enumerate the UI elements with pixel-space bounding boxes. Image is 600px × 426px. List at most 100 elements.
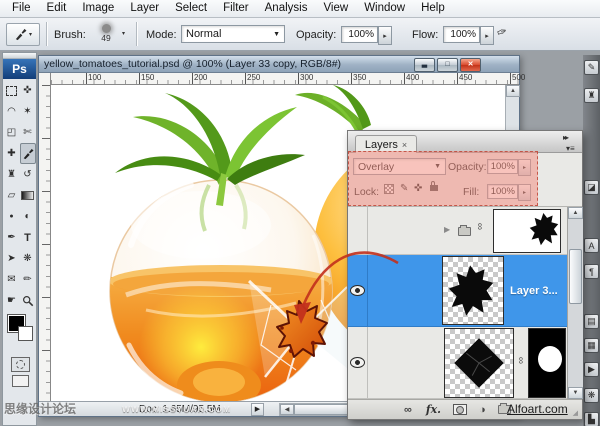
- layer-style-icon[interactable]: fx.: [426, 403, 441, 416]
- rectangular-marquee-tool-icon[interactable]: [4, 80, 20, 101]
- clone-stamp-tool-icon[interactable]: ♜: [4, 164, 20, 185]
- layer-row-selected[interactable]: Layer 3...: [348, 255, 567, 327]
- styles-panel-icon[interactable]: ❋: [584, 388, 599, 403]
- flow-input[interactable]: 100%: [443, 26, 480, 43]
- opacity-slider-icon[interactable]: ▸: [518, 159, 531, 176]
- scroll-down-icon[interactable]: ▼: [568, 387, 583, 399]
- notes-tool-icon[interactable]: ✉: [4, 269, 20, 290]
- visibility-toggle[interactable]: [348, 255, 368, 326]
- layer-thumbnail[interactable]: [493, 209, 561, 253]
- menu-item-filter[interactable]: Filter: [215, 1, 257, 16]
- chevron-down-icon[interactable]: ▾: [122, 30, 125, 37]
- path-selection-tool-icon[interactable]: ➤: [4, 248, 20, 269]
- adjustment-layer-icon[interactable]: ◑: [479, 404, 486, 416]
- quick-mask-mode-button[interactable]: [11, 357, 30, 372]
- histogram-panel-icon[interactable]: ▙: [584, 412, 599, 426]
- blend-mode-dropdown[interactable]: Overlay ▼: [353, 158, 446, 175]
- history-brush-tool-icon[interactable]: ↺: [20, 164, 36, 185]
- lock-transparency-icon[interactable]: [384, 184, 394, 194]
- maximize-button[interactable]: □: [437, 58, 458, 72]
- new-group-icon[interactable]: [498, 405, 511, 414]
- swatches-panel-icon[interactable]: ◪: [584, 180, 599, 195]
- blur-tool-icon[interactable]: ●: [4, 206, 20, 227]
- brush-tool-icon[interactable]: [20, 143, 36, 164]
- scrollbar-thumb[interactable]: [294, 404, 354, 415]
- brushes-panel-icon[interactable]: ✎: [584, 60, 599, 75]
- layers-tab[interactable]: Layers ×: [355, 135, 417, 153]
- paragraph-panel-icon[interactable]: ¶: [584, 264, 599, 279]
- layer-row-crack[interactable]: ∞: [348, 327, 567, 399]
- character-panel-icon[interactable]: A: [584, 238, 599, 253]
- channels-panel-icon[interactable]: ▦: [584, 338, 599, 353]
- ruler-tick: 200: [192, 73, 207, 84]
- layers-scrollbar[interactable]: ▲ ▼: [567, 207, 583, 399]
- screen-mode-button[interactable]: [12, 375, 29, 387]
- custom-shape-tool-icon[interactable]: ❋: [20, 248, 36, 269]
- add-mask-icon[interactable]: [453, 404, 467, 415]
- lock-all-icon[interactable]: [430, 181, 438, 191]
- close-button[interactable]: ✕: [460, 58, 481, 72]
- scroll-up-icon[interactable]: ▲: [568, 207, 583, 219]
- scrollbar-thumb[interactable]: [569, 249, 582, 304]
- layer-mask-thumbnail[interactable]: [528, 328, 566, 398]
- opacity-slider-button[interactable]: ▸: [378, 26, 392, 45]
- clone-source-panel-icon[interactable]: ♜: [584, 88, 599, 103]
- eraser-tool-icon[interactable]: ▱: [4, 185, 20, 206]
- layer-thumbnail[interactable]: [442, 256, 504, 325]
- lock-pixels-icon[interactable]: ✎: [400, 183, 408, 194]
- gradient-tool-icon[interactable]: [20, 185, 36, 206]
- layer-fill-input[interactable]: 100%: [487, 184, 518, 199]
- collapse-to-icons-icon[interactable]: ▸▸: [563, 133, 567, 142]
- lock-position-icon[interactable]: ✜: [414, 183, 422, 194]
- status-popup-button[interactable]: ▶: [251, 403, 264, 416]
- visibility-toggle[interactable]: [348, 207, 368, 254]
- group-expand-icon[interactable]: ▶: [444, 225, 450, 234]
- menu-item-view[interactable]: View: [315, 1, 356, 16]
- magic-wand-tool-icon[interactable]: ✶: [20, 101, 36, 122]
- resize-grip-icon[interactable]: ◢: [573, 409, 578, 417]
- move-tool-icon[interactable]: ✜: [20, 80, 36, 101]
- menu-bar: File Edit Image Layer Select Filter Anal…: [0, 0, 600, 18]
- eyedropper-tool-icon[interactable]: ✏: [20, 269, 36, 290]
- healing-brush-tool-icon[interactable]: ✚: [4, 143, 20, 164]
- hand-tool-icon[interactable]: ☛: [4, 290, 20, 311]
- menu-item-help[interactable]: Help: [413, 1, 453, 16]
- menu-item-window[interactable]: Window: [356, 1, 413, 16]
- layers-panel-title-bar[interactable]: Layers × ▸▸ ▾≡: [348, 131, 582, 153]
- scroll-left-icon[interactable]: ◀: [280, 404, 294, 415]
- blend-mode-select[interactable]: Normal ▼: [181, 25, 285, 43]
- menu-item-analysis[interactable]: Analysis: [257, 1, 316, 16]
- airbrush-toggle-icon[interactable]: ✑: [495, 24, 509, 41]
- layer-thumbnail[interactable]: [444, 328, 514, 398]
- brush-preset-preview[interactable]: 49: [92, 24, 120, 46]
- menu-item-image[interactable]: Image: [74, 1, 122, 16]
- pen-tool-icon[interactable]: ✒: [4, 227, 20, 248]
- background-color-swatch[interactable]: [18, 326, 33, 341]
- menu-item-select[interactable]: Select: [167, 1, 215, 16]
- slice-tool-icon[interactable]: ✄: [20, 122, 36, 143]
- zoom-tool-icon[interactable]: [20, 290, 36, 311]
- menu-item-edit[interactable]: Edit: [39, 1, 75, 16]
- fill-slider-icon[interactable]: ▸: [518, 184, 531, 201]
- crop-tool-icon[interactable]: ◰: [4, 122, 20, 143]
- menu-item-file[interactable]: File: [4, 1, 39, 16]
- scroll-up-icon[interactable]: ▲: [506, 85, 520, 97]
- tool-preset-picker[interactable]: ▾: [6, 23, 40, 46]
- layer-row-group[interactable]: ▶ ∞: [348, 207, 567, 255]
- layer-opacity-input[interactable]: 100%: [487, 159, 518, 174]
- dodge-tool-icon[interactable]: ◐: [20, 206, 36, 227]
- visibility-toggle[interactable]: [348, 327, 368, 398]
- menu-item-layer[interactable]: Layer: [122, 1, 167, 16]
- type-tool-icon[interactable]: T: [20, 227, 36, 248]
- layer-comps-panel-icon[interactable]: ▤: [584, 314, 599, 329]
- panel-menu-icon[interactable]: ▾≡: [566, 144, 575, 153]
- minimize-button[interactable]: ▃: [414, 58, 435, 72]
- mask-link-icon[interactable]: ∞: [515, 357, 526, 364]
- lasso-tool-icon[interactable]: ◠: [4, 101, 20, 122]
- actions-panel-icon[interactable]: ▶: [584, 362, 599, 377]
- tab-close-icon[interactable]: ×: [402, 140, 407, 150]
- layer-name[interactable]: Layer 3...: [510, 285, 558, 297]
- opacity-input[interactable]: 100%: [341, 26, 378, 43]
- flow-slider-button[interactable]: ▸: [480, 26, 494, 45]
- link-layers-icon[interactable]: ∞: [404, 404, 412, 416]
